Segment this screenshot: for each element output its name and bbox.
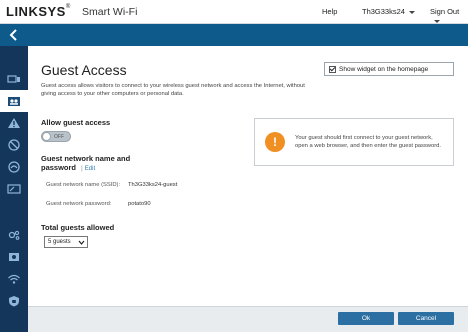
wireless-icon	[8, 274, 20, 284]
sidebar	[0, 46, 28, 332]
back-arrow-icon	[9, 29, 17, 41]
page-description: Guest access allows visitors to connect …	[41, 83, 305, 97]
sidebar-item-device-list[interactable]	[0, 68, 28, 90]
network-heading-password: password	[41, 163, 77, 172]
product-name: Smart Wi-Fi	[82, 6, 138, 18]
ssid-value: Th3G33ks24-guest	[128, 182, 178, 188]
brand-mark: ®	[65, 4, 71, 10]
total-guests-value: 5 guests	[48, 239, 71, 245]
sidebar-item-guest-access[interactable]	[0, 90, 28, 112]
total-guests-select[interactable]: 5 guests	[44, 236, 88, 248]
show-widget-checkbox[interactable]: Show widget on the homepage	[324, 62, 454, 76]
ssid-label: Guest network name (SSID):	[46, 182, 121, 188]
signout-menu[interactable]: Sign Out	[430, 7, 468, 25]
media-prioritization-icon	[8, 161, 20, 173]
ok-button[interactable]: Ok	[338, 312, 394, 325]
chevron-down-icon	[408, 10, 415, 14]
checkbox-icon	[329, 65, 336, 73]
separator: |	[81, 166, 83, 172]
sidebar-item-connectivity[interactable]	[0, 224, 28, 246]
speed-test-icon	[7, 184, 21, 194]
brand-name: LINKSYS	[6, 4, 66, 19]
connectivity-icon	[8, 230, 20, 240]
allow-guest-access-toggle[interactable]: OFF	[41, 131, 71, 142]
device-list-icon	[7, 75, 20, 83]
troubleshooting-icon	[8, 118, 20, 128]
router-name: Th3G33ks24	[362, 7, 405, 16]
show-widget-label: Show widget on the homepage	[339, 65, 429, 73]
sidebar-item-external-storage[interactable]	[0, 246, 28, 268]
page-title: Guest Access	[41, 62, 127, 78]
edit-link[interactable]: Edit	[85, 166, 95, 172]
chevron-down-icon	[77, 238, 86, 246]
sidebar-item-wireless[interactable]	[0, 268, 28, 290]
password-label: Guest network password:	[46, 201, 112, 207]
sidebar-item-parental-controls[interactable]	[0, 134, 28, 156]
guest-access-icon	[8, 97, 20, 106]
network-heading-line2: password | Edit	[41, 163, 95, 172]
top-header: LINKSYS® Smart Wi-Fi Help Th3G33ks24 Sig…	[0, 0, 468, 24]
brand-logo: LINKSYS®	[6, 4, 71, 19]
guest-notice: ! Your guest should first connect to you…	[254, 118, 454, 166]
notice-text: Your guest should first connect to your …	[295, 134, 441, 150]
sidebar-item-troubleshooting[interactable]	[0, 112, 28, 134]
guest-access-panel: Guest Access Show widget on the homepage…	[28, 46, 468, 306]
allow-guest-access-label: Allow guest access	[41, 118, 111, 127]
nav-bar	[0, 24, 468, 46]
signout-label: Sign Out	[430, 7, 460, 16]
shield-icon	[9, 296, 19, 307]
help-link[interactable]: Help	[322, 7, 337, 16]
network-heading-line1: Guest network name and	[41, 154, 131, 163]
password-value: potato90	[128, 201, 151, 207]
router-menu[interactable]: Th3G33ks24	[362, 7, 415, 16]
toggle-knob	[42, 132, 51, 141]
chevron-down-icon	[434, 19, 440, 23]
external-storage-icon	[9, 253, 19, 261]
sidebar-item-speed-test[interactable]	[0, 178, 28, 200]
parental-controls-icon	[8, 139, 20, 151]
cancel-button[interactable]: Cancel	[398, 312, 454, 325]
footer-bar: Ok Cancel	[28, 306, 468, 332]
sidebar-item-media-prioritization[interactable]	[0, 156, 28, 178]
warning-icon: !	[265, 132, 285, 152]
back-button[interactable]	[0, 24, 28, 46]
sidebar-item-security[interactable]	[0, 290, 28, 312]
toggle-state: OFF	[54, 133, 64, 140]
total-guests-label: Total guests allowed	[41, 223, 115, 232]
